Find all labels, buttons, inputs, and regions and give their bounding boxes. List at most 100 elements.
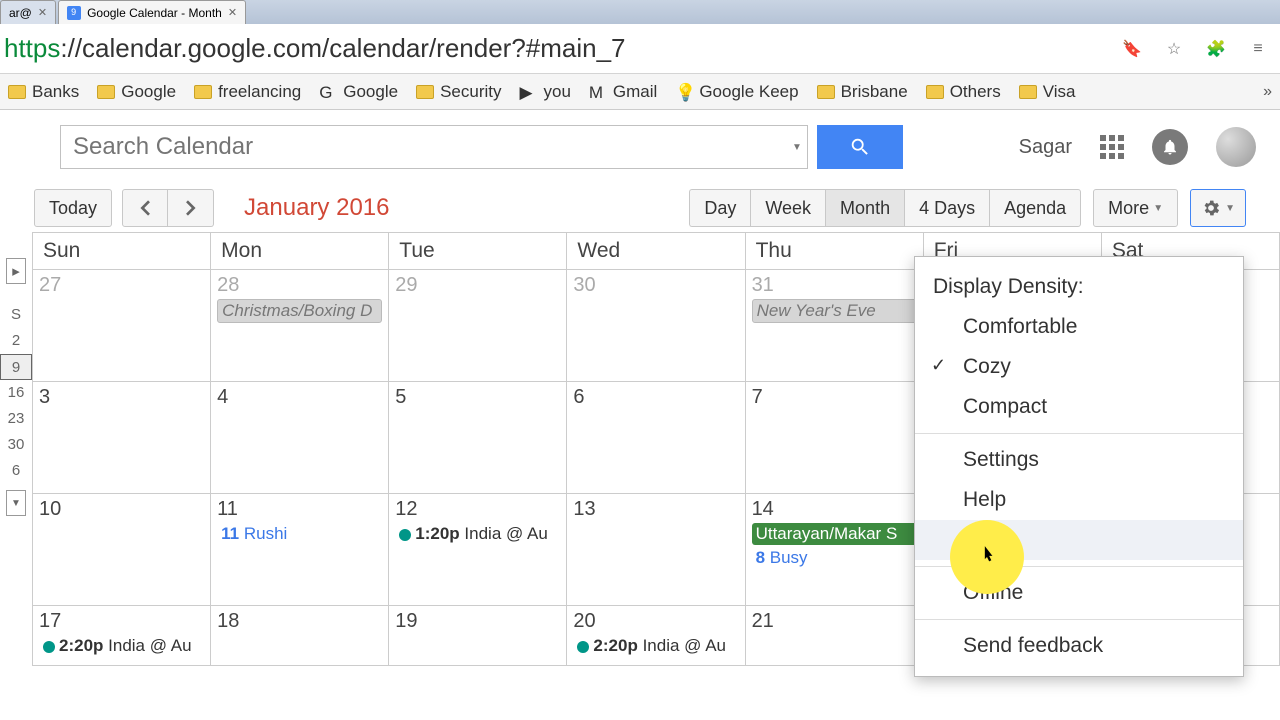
today-button[interactable]: Today <box>34 189 112 227</box>
prev-button[interactable] <box>122 189 168 227</box>
event-chip[interactable]: 1:20p India @ Au <box>395 523 560 545</box>
app-header: ▼ Sagar <box>0 110 1280 184</box>
day-number: 27 <box>39 274 204 297</box>
folder-icon: 💡 <box>675 83 693 101</box>
browser-tab[interactable]: Google Calendar - Month ✕ <box>58 0 246 24</box>
view-switcher: DayWeekMonth4 DaysAgenda <box>689 189 1081 227</box>
bookmark-label: freelancing <box>218 82 301 102</box>
day-number: 14 <box>752 498 917 521</box>
browser-tabs: ar@ ✕ Google Calendar - Month ✕ <box>0 0 1280 24</box>
bookmark-item[interactable]: Others <box>926 82 1001 102</box>
view-4days-button[interactable]: 4 Days <box>904 189 989 227</box>
cursor-highlight <box>950 520 1024 594</box>
day-cell[interactable]: 14Uttarayan/Makar S8 Busy <box>746 494 924 606</box>
event-chip[interactable]: New Year's Eve <box>752 299 917 323</box>
search-wrapper: ▼ <box>60 125 808 169</box>
menu-item-send-feedback[interactable]: Send feedback <box>915 626 1243 666</box>
bookmark-item[interactable]: Brisbane <box>817 82 908 102</box>
close-icon[interactable]: ✕ <box>228 6 237 19</box>
expand-sidebar-icon[interactable]: ▸ <box>6 258 26 284</box>
bookmark-item[interactable]: 💡Google Keep <box>675 82 798 102</box>
bookmark-item[interactable]: ▶you <box>520 82 571 102</box>
view-month-button[interactable]: Month <box>825 189 904 227</box>
day-cell[interactable]: 4 <box>211 382 389 494</box>
bookmark-item[interactable]: freelancing <box>194 82 301 102</box>
day-cell[interactable]: 5 <box>389 382 567 494</box>
menu-icon[interactable]: ≡ <box>1246 37 1270 61</box>
event-chip[interactable]: 2:20p India @ Au <box>573 635 738 657</box>
cursor-pointer-icon <box>974 544 1000 570</box>
folder-icon <box>8 85 26 99</box>
day-cell[interactable]: 1111 Rushi <box>211 494 389 606</box>
day-cell[interactable]: 202:20p India @ Au <box>567 606 745 666</box>
day-cell[interactable]: 121:20p India @ Au <box>389 494 567 606</box>
day-cell[interactable]: 29 <box>389 270 567 382</box>
mini-date[interactable]: 6 <box>0 458 32 484</box>
mini-date[interactable]: 30 <box>0 432 32 458</box>
mini-date[interactable]: 16 <box>0 380 32 406</box>
gear-icon <box>1201 198 1221 218</box>
event-chip[interactable]: 2:20p India @ Au <box>39 635 204 657</box>
day-cell[interactable]: 31New Year's Eve <box>746 270 924 382</box>
day-cell[interactable]: 13 <box>567 494 745 606</box>
star-icon[interactable]: ☆ <box>1162 37 1186 61</box>
apps-grid-icon[interactable] <box>1100 135 1124 159</box>
folder-icon <box>416 85 434 99</box>
view-week-button[interactable]: Week <box>750 189 825 227</box>
day-cell[interactable]: 30 <box>567 270 745 382</box>
day-cell[interactable]: 3 <box>33 382 211 494</box>
day-header: Thu <box>746 233 924 270</box>
bookmarks-overflow[interactable]: » <box>1263 83 1272 101</box>
account-avatar[interactable] <box>1216 127 1256 167</box>
event-chip[interactable]: Uttarayan/Makar S <box>752 523 917 545</box>
settings-gear-button[interactable]: ▼ <box>1190 189 1246 227</box>
event-chip[interactable]: Christmas/Boxing D <box>217 299 382 323</box>
day-cell[interactable]: 6 <box>567 382 745 494</box>
bookmark-label: you <box>544 82 571 102</box>
mini-date-today[interactable]: 9 <box>0 354 32 380</box>
view-day-button[interactable]: Day <box>689 189 750 227</box>
bookmark-item[interactable]: GGoogle <box>319 82 398 102</box>
menu-item-settings[interactable]: Settings <box>915 440 1243 480</box>
menu-item-help[interactable]: Help <box>915 480 1243 520</box>
mini-date[interactable]: 2 <box>0 328 32 354</box>
search-options-dropdown[interactable]: ▼ <box>787 142 807 153</box>
day-cell[interactable]: 21 <box>746 606 924 666</box>
folder-icon: M <box>589 83 607 101</box>
browser-tab[interactable]: ar@ ✕ <box>0 0 56 24</box>
search-input[interactable] <box>61 133 787 161</box>
close-icon[interactable]: ✕ <box>38 6 47 19</box>
tab-title: ar@ <box>9 6 32 20</box>
day-cell[interactable]: 10 <box>33 494 211 606</box>
menu-item-comfortable[interactable]: Comfortable <box>915 307 1243 347</box>
mini-calendar-dropdown[interactable]: ▼ <box>6 490 26 516</box>
bookmark-item[interactable]: Visa <box>1019 82 1076 102</box>
day-cell[interactable]: 28Christmas/Boxing D <box>211 270 389 382</box>
event-chip[interactable]: 8 Busy <box>752 547 917 569</box>
day-header: Sun <box>33 233 211 270</box>
notifications-button[interactable] <box>1152 129 1188 165</box>
menu-item-compact[interactable]: Compact <box>915 387 1243 427</box>
day-cell[interactable]: 19 <box>389 606 567 666</box>
more-button[interactable]: More▼ <box>1093 189 1178 227</box>
day-cell[interactable]: 172:20p India @ Au <box>33 606 211 666</box>
tag-icon[interactable]: 🔖 <box>1120 37 1144 61</box>
bookmark-item[interactable]: Banks <box>8 82 79 102</box>
day-cell[interactable]: 7 <box>746 382 924 494</box>
menu-item-cozy[interactable]: Cozy <box>915 347 1243 387</box>
extensions-icon[interactable]: 🧩 <box>1204 37 1228 61</box>
mini-date[interactable]: 23 <box>0 406 32 432</box>
next-button[interactable] <box>168 189 214 227</box>
bookmark-item[interactable]: Google <box>97 82 176 102</box>
day-number: 19 <box>395 610 560 633</box>
day-number: 29 <box>395 274 560 297</box>
bookmark-item[interactable]: MGmail <box>589 82 657 102</box>
view-agenda-button[interactable]: Agenda <box>989 189 1081 227</box>
search-button[interactable] <box>817 125 903 169</box>
day-number: 3 <box>39 386 204 409</box>
day-cell[interactable]: 18 <box>211 606 389 666</box>
event-chip[interactable]: 11 Rushi <box>217 523 382 545</box>
bookmark-item[interactable]: Security <box>416 82 501 102</box>
day-cell[interactable]: 27 <box>33 270 211 382</box>
url-display[interactable]: https://calendar.google.com/calendar/ren… <box>0 33 1120 64</box>
